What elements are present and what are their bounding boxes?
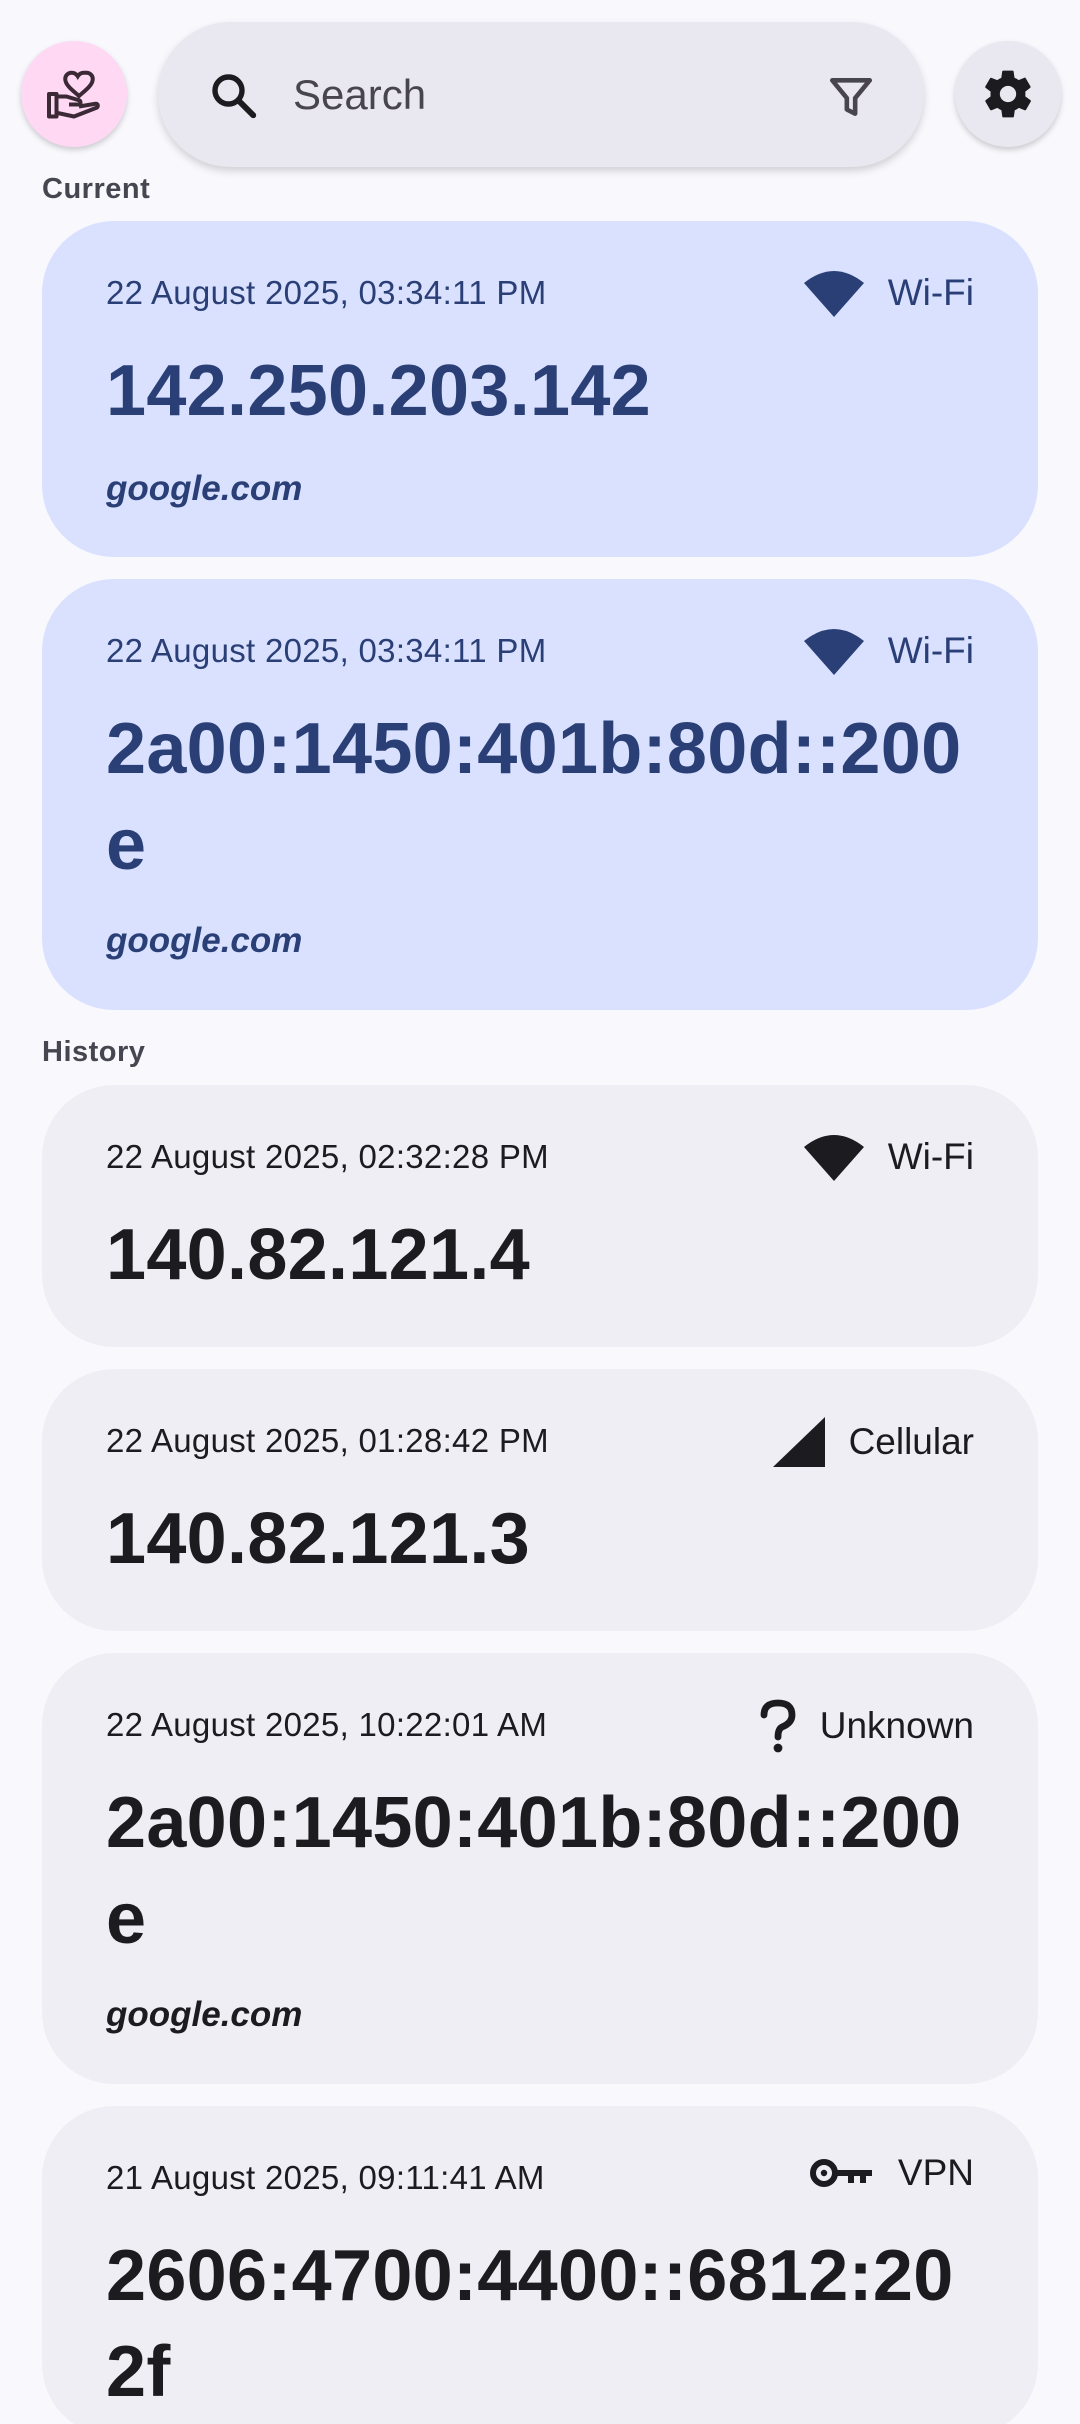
donate-button[interactable] [21,41,127,147]
volunteer-activism-icon [47,70,100,119]
key-icon [809,2159,872,2187]
ip-card-history-3[interactable]: 22 August 2025, 10:22:01 AM Unknown 2a00… [42,1653,1038,2084]
card-timestamp: 22 August 2025, 03:34:11 PM [106,632,547,669]
card-network-label: Wi-Fi [887,272,974,313]
wifi-icon [803,1135,864,1181]
card-network-label: Wi-Fi [887,1136,974,1177]
card-ip-address: 2606:4700:4400::6812:202f [106,2236,954,2412]
card-network: Cellular [771,1415,974,1469]
card-network: Unknown [758,1699,974,1753]
search-bar[interactable] [158,22,924,167]
card-network-label: Unknown [819,1705,974,1746]
wifi-icon [803,271,864,317]
card-ip-address: 140.82.121.4 [106,1215,530,1295]
card-timestamp: 22 August 2025, 10:22:01 AM [106,1706,548,1743]
gear-icon [985,70,1031,118]
card-ip-address: 2a00:1450:401b:80d::200e [106,1783,962,1959]
question-mark-icon [760,1699,796,1753]
ip-card-history-4[interactable]: 21 August 2025, 09:11:41 AM VPN 2606:470… [42,2106,1038,2424]
card-network-label: VPN [897,2152,974,2193]
card-network: Wi-Fi [802,1131,974,1183]
card-hostname: google.com [106,921,303,960]
ip-card-current-2[interactable]: 22 August 2025, 03:34:11 PM Wi-Fi 2a00:1… [42,579,1038,1010]
section-label-history: History [42,1036,146,1068]
top-bar [0,0,1080,175]
cellular-icon [772,1417,825,1467]
card-ip-address: 142.250.203.142 [106,351,652,431]
card-hostname: google.com [106,1995,303,2034]
settings-button[interactable] [955,41,1061,147]
card-timestamp: 22 August 2025, 03:34:11 PM [106,274,547,311]
card-network: Wi-Fi [802,625,974,677]
search-icon[interactable] [206,68,260,122]
wifi-icon [803,629,864,675]
card-timestamp: 22 August 2025, 02:32:28 PM [106,1138,549,1175]
card-ip-address: 140.82.121.3 [106,1499,530,1579]
card-timestamp: 21 August 2025, 09:11:41 AM [106,2159,545,2196]
ip-card-history-1[interactable]: 22 August 2025, 02:32:28 PM Wi-Fi 140.82… [42,1085,1038,1347]
filter-icon[interactable] [826,72,876,122]
card-timestamp: 22 August 2025, 01:28:42 PM [106,1422,549,1459]
search-input[interactable] [293,60,773,130]
ip-card-current-1[interactable]: 22 August 2025, 03:34:11 PM Wi-Fi 142.25… [42,221,1038,557]
ip-card-history-2[interactable]: 22 August 2025, 01:28:42 PM Cellular 140… [42,1369,1038,1631]
card-network-label: Cellular [848,1421,974,1462]
card-ip-address: 2a00:1450:401b:80d::200e [106,709,962,885]
section-label-current: Current [42,173,151,205]
card-hostname: google.com [106,469,303,508]
card-network: Wi-Fi [802,267,974,319]
card-network-label: Wi-Fi [887,630,974,671]
card-network: VPN [809,2152,974,2194]
